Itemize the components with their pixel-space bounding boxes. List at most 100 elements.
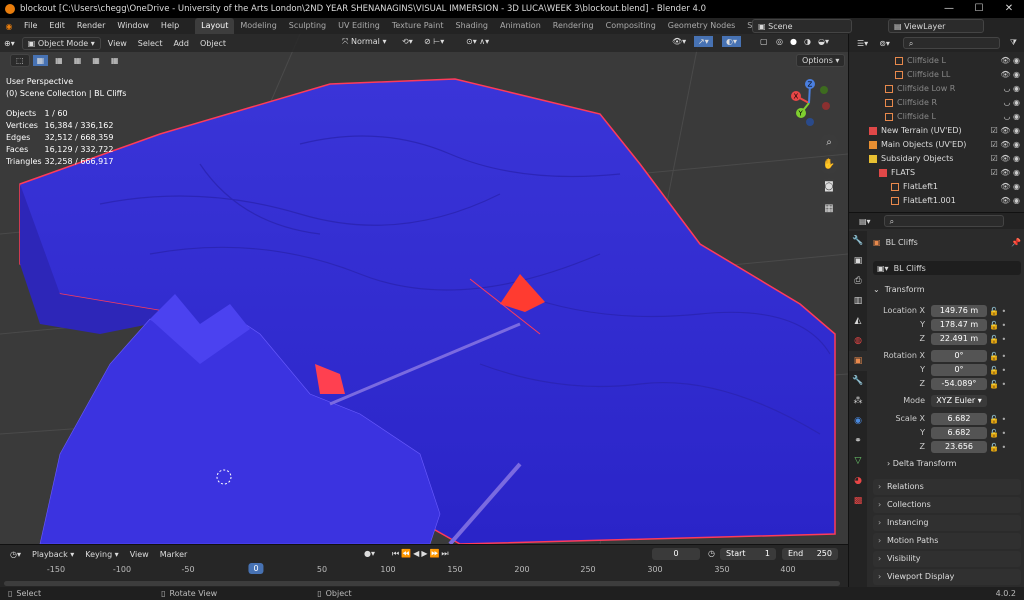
select-subtract-icon[interactable]: ▦ <box>70 55 86 66</box>
tab-shading[interactable]: Shading <box>449 18 494 34</box>
rendered-shading-icon[interactable]: ◒▾ <box>814 36 833 47</box>
lock-icons-column[interactable]: 🔓 • 🔓 • 🔓 • <box>989 305 1006 347</box>
visibility-icons[interactable]: 👁 ◉ <box>1000 180 1020 194</box>
editor-type-icon[interactable]: ⊕▾ <box>0 38 19 49</box>
menu-render[interactable]: Render <box>71 18 111 34</box>
select-invert-icon[interactable]: ▦ <box>88 55 104 66</box>
rotation-mode-dropdown[interactable]: XYZ Euler ▾ <box>931 395 987 407</box>
instancing-panel-header[interactable]: Instancing <box>873 515 1021 531</box>
data-tab-icon[interactable]: ▽ <box>849 451 867 471</box>
zoom-icon[interactable]: ⌕ <box>820 134 838 152</box>
tree-item[interactable]: Cliffside R ◡ ◉ <box>849 96 1024 110</box>
texture-tab-icon[interactable]: ▩ <box>849 491 867 511</box>
visibility-icons[interactable]: ◡ ◉ <box>1003 96 1020 110</box>
properties-search-input[interactable]: ⌕ <box>883 215 1004 227</box>
camera-icon[interactable]: ◙ <box>820 178 838 196</box>
outliner-filter-funnel-icon[interactable]: ⧩ <box>1006 37 1021 49</box>
pin-icon[interactable]: 📌 <box>1011 238 1021 247</box>
tab-compositing[interactable]: Compositing <box>600 18 662 34</box>
close-button[interactable]: ✕ <box>994 0 1024 18</box>
timeline-scrollbar[interactable] <box>4 581 840 586</box>
overlay-toggle-icon[interactable]: ◐▾ <box>722 36 741 47</box>
tab-texture-paint[interactable]: Texture Paint <box>386 18 450 34</box>
tree-item[interactable]: New Terrain (UV'ED) ☑ 👁 ◉ <box>849 124 1024 138</box>
tab-uv-editing[interactable]: UV Editing <box>332 18 386 34</box>
modifiers-tab-icon[interactable]: 🔧 <box>849 371 867 391</box>
location-x-field[interactable]: 149.76 m <box>931 305 987 317</box>
object-datablock-field[interactable]: ▣▾ BL Cliffs <box>873 261 1021 275</box>
tree-item[interactable]: FlatLeft1 👁 ◉ <box>849 180 1024 194</box>
scale-x-field[interactable]: 6.682 <box>931 413 987 425</box>
playback-controls[interactable]: ⏮⏪◀▶⏩⏭ <box>388 548 455 560</box>
collections-panel-header[interactable]: Collections <box>873 497 1021 513</box>
playhead[interactable]: 0 <box>248 563 264 574</box>
tree-item[interactable]: Main Objects (UV'ED) ☑ 👁 ◉ <box>849 138 1024 152</box>
output-tab-icon[interactable]: ⎙ <box>849 271 867 291</box>
tab-animation[interactable]: Animation <box>494 18 547 34</box>
tree-item[interactable]: Cliffside L 👁 ◉ <box>849 54 1024 68</box>
outliner-search-input[interactable]: ⌕ <box>902 37 1000 49</box>
select-box-icon[interactable]: ▦ <box>32 55 49 66</box>
properties-editor-icon[interactable]: ▤▾ <box>855 216 875 227</box>
pan-hand-icon[interactable]: ✋ <box>820 156 838 174</box>
marker-menu[interactable]: Marker <box>156 549 192 560</box>
menu-add[interactable]: Add <box>169 38 193 49</box>
menu-edit[interactable]: Edit <box>43 18 71 34</box>
tab-rendering[interactable]: Rendering <box>547 18 600 34</box>
scale-z-field[interactable]: 23.656 <box>931 441 987 453</box>
wireframe-shading-icon[interactable]: ◎ <box>772 36 787 47</box>
location-y-field[interactable]: 178.47 m <box>931 319 987 331</box>
menu-help[interactable]: Help <box>155 18 185 34</box>
menu-file[interactable]: File <box>18 18 43 34</box>
rotation-lock-icons[interactable]: 🔓 • 🔓 • 🔓 • <box>989 350 1006 392</box>
timeline-editor-icon[interactable]: ◷▾ <box>6 549 25 560</box>
motion-paths-panel-header[interactable]: Motion Paths <box>873 533 1021 549</box>
xray-icon[interactable]: ▢ <box>756 36 772 47</box>
filter-icon[interactable]: ⊚▾ <box>875 38 894 49</box>
visibility-icons[interactable]: ☑ 👁 ◉ <box>991 152 1020 166</box>
select-tool-icon[interactable]: ⬚ <box>10 54 30 67</box>
scene-tab-icon[interactable]: ◭ <box>849 311 867 331</box>
3d-viewport[interactable]: ⊕▾ ▣ Object Mode ▾ View Select Add Objec… <box>0 34 848 544</box>
proportional-edit-icon[interactable]: ⊙▾ ∧▾ <box>462 36 493 47</box>
rotation-x-field[interactable]: 0° <box>931 350 987 362</box>
delta-transform-header[interactable]: › Delta Transform <box>873 459 1023 468</box>
tree-item[interactable]: Cliffside L ◡ ◉ <box>849 110 1024 124</box>
tree-item[interactable]: Cliffside Low R ◡ ◉ <box>849 82 1024 96</box>
end-frame-field[interactable]: End 250 <box>782 548 838 560</box>
material-tab-icon[interactable]: ◕ <box>849 471 867 491</box>
pivot-icon[interactable]: ⟲▾ <box>398 36 417 47</box>
blender-menu-icon[interactable]: ◉ <box>0 22 18 31</box>
tab-modeling[interactable]: Modeling <box>234 18 282 34</box>
tab-sculpting[interactable]: Sculpting <box>283 18 332 34</box>
menu-object[interactable]: Object <box>196 38 230 49</box>
visibility-icons[interactable]: 👁 ◉ <box>1000 194 1020 208</box>
rotation-z-field[interactable]: -54.089° <box>931 378 987 390</box>
navigation-gizmo[interactable]: X Y Z <box>784 78 834 128</box>
playback-menu[interactable]: Playback ▾ <box>28 549 78 560</box>
relations-panel-header[interactable]: Relations <box>873 479 1021 495</box>
render-tab-icon[interactable]: ▣ <box>849 251 867 271</box>
options-button[interactable]: Options ▾ <box>796 54 846 67</box>
location-z-field[interactable]: 22.491 m <box>931 333 987 345</box>
start-frame-field[interactable]: Start 1 <box>720 548 776 560</box>
visibility-icons[interactable]: 👁 ◉ <box>1000 68 1020 82</box>
minimize-button[interactable]: — <box>934 0 964 18</box>
view-layer-tab-icon[interactable]: ▥ <box>849 291 867 311</box>
scene-selector[interactable]: ▣ Scene <box>752 19 852 33</box>
transform-header[interactable]: ⌄ Transform <box>873 281 1023 297</box>
visibility-icons[interactable]: ◡ ◉ <box>1003 110 1020 124</box>
visibility-icons[interactable]: ☑ 👁 ◉ <box>991 166 1020 180</box>
particles-tab-icon[interactable]: ⁂ <box>849 391 867 411</box>
orientation-selector[interactable]: ⤧ Normal ▾ <box>338 36 390 48</box>
menu-select[interactable]: Select <box>134 38 167 49</box>
tree-item[interactable]: Subsidary Objects ☑ 👁 ◉ <box>849 152 1024 166</box>
record-icon[interactable]: ●▾ <box>360 548 379 559</box>
visibility-panel-header[interactable]: Visibility <box>873 551 1021 567</box>
keying-menu[interactable]: Keying ▾ <box>81 549 122 560</box>
physics-tab-icon[interactable]: ◉ <box>849 411 867 431</box>
view-layer-selector[interactable]: ▤ ViewLayer <box>888 19 984 33</box>
visibility-icons[interactable]: 👁 ◉ <box>1000 54 1020 68</box>
object-tab-icon[interactable]: ▣ <box>849 351 867 371</box>
tab-geometry-nodes[interactable]: Geometry Nodes <box>662 18 741 34</box>
